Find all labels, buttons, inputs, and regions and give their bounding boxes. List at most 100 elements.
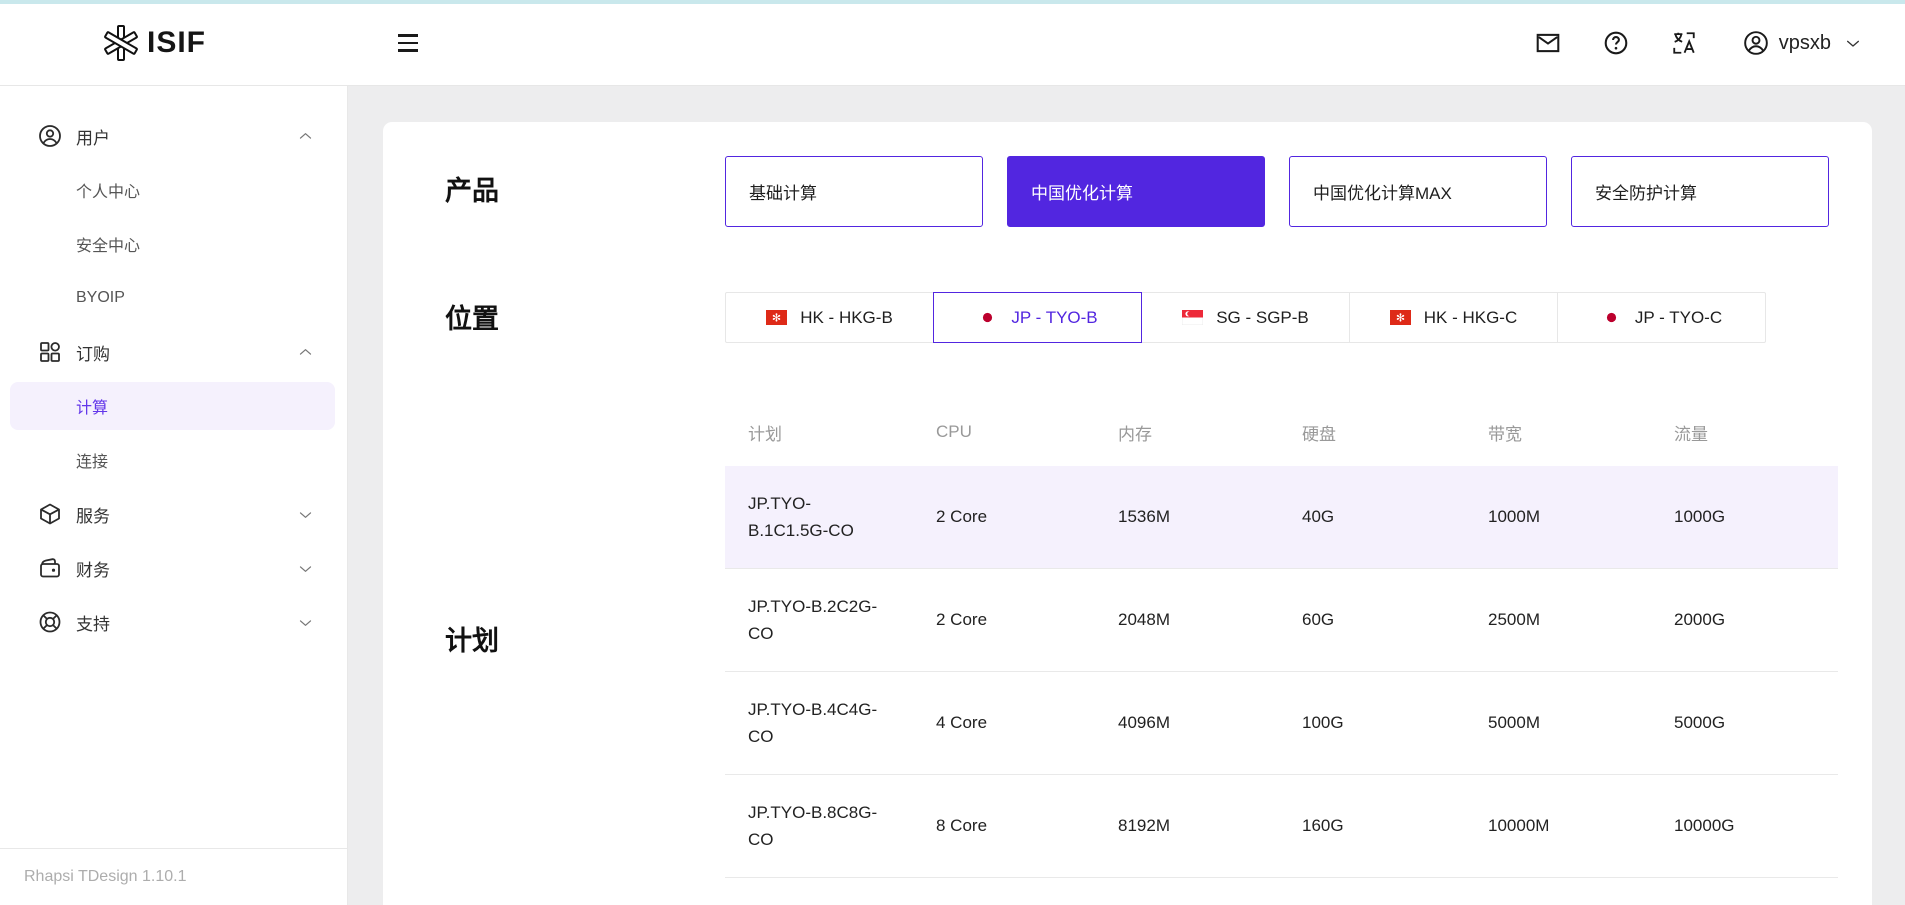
- table-row[interactable]: JP.TYO-B.8C8G-CO 8 Core 8192M 160G 10000…: [725, 775, 1838, 878]
- product-option-china-optimized-max[interactable]: 中国优化计算MAX: [1289, 156, 1547, 227]
- brand-logo: ISIF: [103, 0, 206, 86]
- location-tab-label: SG - SGP-B: [1216, 308, 1309, 328]
- chevron-down-icon: [1845, 35, 1861, 51]
- flag-sg-icon: [1182, 310, 1203, 325]
- sidebar-item-order[interactable]: 订购: [10, 328, 335, 376]
- sidebar-item-label: 支持: [76, 610, 298, 635]
- translate-icon[interactable]: [1671, 30, 1697, 56]
- sidebar-footer: Rhapsi TDesign 1.10.1: [0, 848, 347, 905]
- flag-hk-icon: [766, 310, 787, 325]
- plan-bandwidth: 1000M: [1465, 466, 1651, 568]
- plan-bandwidth: 10000M: [1465, 775, 1651, 877]
- location-section-label: 位置: [445, 300, 499, 338]
- mail-icon[interactable]: [1535, 30, 1561, 56]
- sidebar-item-users[interactable]: 用户: [10, 112, 335, 160]
- plan-bandwidth: 2500M: [1465, 569, 1651, 671]
- location-tab-sg-sgp-b[interactable]: SG - SGP-B: [1141, 292, 1350, 343]
- plan-memory: 4096M: [1095, 672, 1279, 774]
- plan-id: JP.TYO-B.4C4G-CO: [748, 696, 885, 750]
- location-tab-jp-tyo-b[interactable]: JP - TYO-B: [933, 292, 1142, 343]
- user-name: vpsxb: [1779, 32, 1831, 55]
- plan-traffic: 5000G: [1651, 672, 1838, 774]
- table-row[interactable]: JP.TYO-B.2C2G-CO 2 Core 2048M 60G 2500M …: [725, 569, 1838, 672]
- location-tab-label: HK - HKG-C: [1424, 308, 1518, 328]
- sidebar-item-label: 财务: [76, 556, 298, 581]
- sidebar-item-byoip[interactable]: BYOIP: [10, 274, 335, 322]
- product-options: 基础计算 中国优化计算 中国优化计算MAX 安全防护计算: [725, 156, 1829, 227]
- location-tab-label: HK - HKG-B: [800, 308, 893, 328]
- app-root: ISIF vpsxb 用户 个人中心: [0, 0, 1905, 905]
- column-header-disk: 硬盘: [1279, 410, 1465, 454]
- location-tab-label: JP - TYO-B: [1011, 308, 1097, 328]
- location-tab-hk-hkg-c[interactable]: HK - HKG-C: [1349, 292, 1558, 343]
- wallet-icon: [38, 556, 62, 580]
- sidebar-item-compute[interactable]: 计算: [10, 382, 335, 430]
- plan-disk: 40G: [1279, 466, 1465, 568]
- sidebar-item-connect[interactable]: 连接: [10, 436, 335, 484]
- sidebar-item-label: 服务: [76, 502, 298, 527]
- column-header-traffic: 流量: [1651, 410, 1838, 454]
- cube-icon: [38, 502, 62, 526]
- avatar-icon: [1743, 30, 1769, 56]
- plan-disk: 100G: [1279, 672, 1465, 774]
- plan-id: JP.TYO-B.2C2G-CO: [748, 593, 885, 647]
- plan-memory: 1536M: [1095, 466, 1279, 568]
- column-header-plan: 计划: [725, 410, 913, 454]
- sidebar-item-label: 个人中心: [76, 178, 317, 202]
- grid-icon: [38, 340, 62, 364]
- column-header-cpu: CPU: [913, 410, 1095, 454]
- plan-cpu: 4 Core: [913, 672, 1095, 774]
- brand-name: ISIF: [147, 26, 206, 60]
- version-text: Rhapsi TDesign 1.10.1: [24, 868, 186, 886]
- product-option-basic-compute[interactable]: 基础计算: [725, 156, 983, 227]
- product-section-label: 产品: [445, 172, 499, 210]
- sidebar-item-support[interactable]: 支持: [10, 598, 335, 646]
- location-tab-hk-hkg-b[interactable]: HK - HKG-B: [725, 292, 934, 343]
- plan-traffic: 2000G: [1651, 569, 1838, 671]
- life-ring-icon: [38, 610, 62, 634]
- product-option-china-optimized[interactable]: 中国优化计算: [1007, 156, 1265, 227]
- plan-cpu: 8 Core: [913, 775, 1095, 877]
- flag-jp-icon: [1601, 310, 1622, 325]
- sidebar-item-label: 计算: [76, 394, 317, 418]
- plan-disk: 60G: [1279, 569, 1465, 671]
- sidebar-item-label: 安全中心: [76, 232, 317, 256]
- product-option-security-compute[interactable]: 安全防护计算: [1571, 156, 1829, 227]
- flag-hk-icon: [1390, 310, 1411, 325]
- location-tab-jp-tyo-c[interactable]: JP - TYO-C: [1557, 292, 1766, 343]
- plan-cpu: 2 Core: [913, 569, 1095, 671]
- plan-traffic: 1000G: [1651, 466, 1838, 568]
- sidebar-item-finance[interactable]: 财务: [10, 544, 335, 592]
- flag-jp-icon: [977, 310, 998, 325]
- plan-cpu: 2 Core: [913, 466, 1095, 568]
- plan-table: 计划 CPU 内存 硬盘 带宽 流量 JP.TYO-B.1C1.5G-CO 2 …: [725, 410, 1838, 878]
- sidebar-item-label: 连接: [76, 448, 317, 472]
- sidebar: 用户 个人中心 安全中心 BYOIP 订购 计算 连接: [0, 86, 348, 905]
- purchase-card: 产品 基础计算 中国优化计算 中国优化计算MAX 安全防护计算 位置 HK - …: [383, 122, 1872, 905]
- user-menu[interactable]: vpsxb: [1743, 30, 1861, 56]
- sidebar-item-profile-center[interactable]: 个人中心: [10, 166, 335, 214]
- top-progress-bar: [0, 0, 1905, 4]
- sidebar-item-label: 订购: [76, 340, 298, 365]
- table-row[interactable]: JP.TYO-B.1C1.5G-CO 2 Core 1536M 40G 1000…: [725, 466, 1838, 569]
- sidebar-menu: 用户 个人中心 安全中心 BYOIP 订购 计算 连接: [0, 112, 347, 652]
- plan-table-header: 计划 CPU 内存 硬盘 带宽 流量: [725, 410, 1838, 454]
- plan-section-label: 计划: [445, 622, 499, 660]
- plan-disk: 160G: [1279, 775, 1465, 877]
- sidebar-item-label: BYOIP: [76, 289, 317, 307]
- sidebar-item-services[interactable]: 服务: [10, 490, 335, 538]
- plan-id: JP.TYO-B.1C1.5G-CO: [748, 490, 885, 544]
- plan-bandwidth: 5000M: [1465, 672, 1651, 774]
- plan-table-body: JP.TYO-B.1C1.5G-CO 2 Core 1536M 40G 1000…: [725, 466, 1838, 878]
- help-icon[interactable]: [1603, 30, 1629, 56]
- sidebar-item-label: 用户: [76, 124, 298, 149]
- chevron-up-icon: [298, 345, 313, 360]
- chevron-up-icon: [298, 129, 313, 144]
- sidebar-item-security-center[interactable]: 安全中心: [10, 220, 335, 268]
- location-tabs: HK - HKG-B JP - TYO-B SG - SGP-B HK - HK…: [725, 292, 1766, 343]
- plan-memory: 8192M: [1095, 775, 1279, 877]
- table-row[interactable]: JP.TYO-B.4C4G-CO 4 Core 4096M 100G 5000M…: [725, 672, 1838, 775]
- top-header: ISIF vpsxb: [0, 0, 1905, 86]
- menu-toggle-button[interactable]: [396, 26, 430, 60]
- chevron-down-icon: [298, 507, 313, 522]
